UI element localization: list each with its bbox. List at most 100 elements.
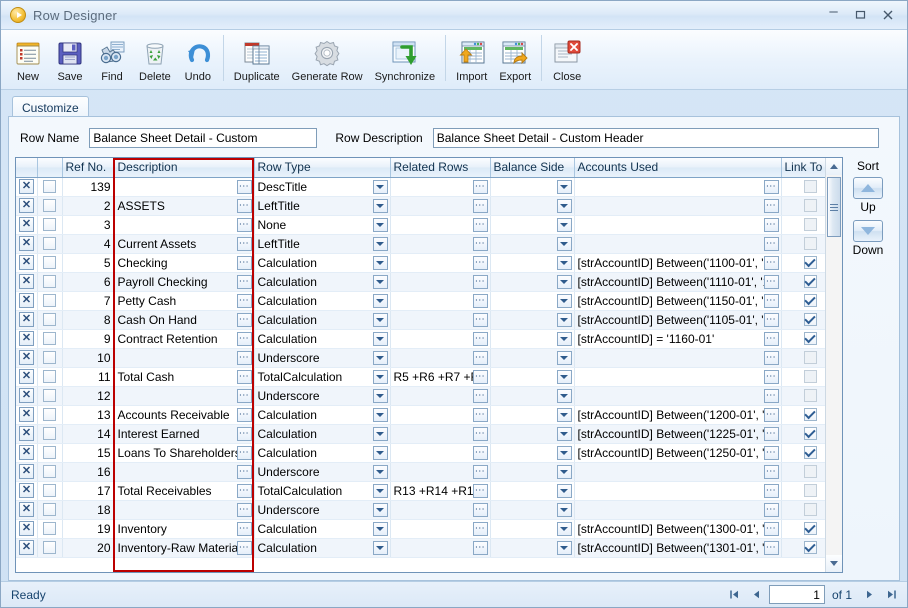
table-row[interactable]: ✕ 18 ⋯ Underscore ⋯ ⋯	[16, 500, 840, 520]
cell-rowtype[interactable]: Calculation	[254, 253, 391, 273]
description-editor-icon[interactable]: ⋯	[236, 426, 252, 441]
undo-button[interactable]: Undo	[177, 33, 219, 87]
chevron-down-icon[interactable]	[372, 502, 388, 517]
delete-row-icon[interactable]: ✕	[19, 255, 34, 270]
cell-related-rows[interactable]: ⋯	[390, 196, 491, 216]
cell-description[interactable]: ⋯	[114, 386, 255, 406]
cell-accounts-used[interactable]: ⋯	[574, 462, 782, 482]
accounts-used-editor-icon[interactable]: ⋯	[763, 198, 779, 213]
row-select-checkbox[interactable]	[43, 427, 56, 440]
cell-related-rows[interactable]: ⋯	[390, 291, 491, 311]
description-editor-icon[interactable]: ⋯	[236, 388, 252, 403]
chevron-down-icon[interactable]	[372, 464, 388, 479]
related-rows-editor-icon[interactable]: ⋯	[472, 426, 488, 441]
row-select-checkbox[interactable]	[43, 351, 56, 364]
accounts-used-editor-icon[interactable]: ⋯	[763, 464, 779, 479]
cell-refno[interactable]: 4	[62, 234, 115, 254]
chevron-down-icon[interactable]	[372, 179, 388, 194]
next-page-icon[interactable]	[859, 586, 879, 604]
cell-balance-side[interactable]	[490, 177, 575, 197]
tab-customize[interactable]: Customize	[12, 96, 89, 116]
delete-button[interactable]: Delete	[133, 33, 177, 87]
cell-description[interactable]: ⋯	[114, 215, 255, 235]
cell-balance-side[interactable]	[490, 405, 575, 425]
chevron-down-icon[interactable]	[372, 312, 388, 327]
cell-balance-side[interactable]	[490, 234, 575, 254]
chevron-down-icon[interactable]	[556, 236, 572, 251]
cell-related-rows[interactable]: ⋯	[390, 272, 491, 292]
cell-balance-side[interactable]	[490, 538, 575, 558]
cell-balance-side[interactable]	[490, 424, 575, 444]
new-button[interactable]: New	[7, 33, 49, 87]
table-row[interactable]: ✕ 19 Inventory ⋯ Calculation ⋯ [strAccountID] …	[16, 519, 840, 539]
cell-rowtype[interactable]: Calculation	[254, 538, 391, 558]
chevron-down-icon[interactable]	[556, 445, 572, 460]
delete-row-icon[interactable]: ✕	[19, 502, 34, 517]
row-select-checkbox[interactable]	[43, 370, 56, 383]
grid-vertical-scrollbar[interactable]	[825, 158, 842, 572]
accounts-used-editor-icon[interactable]: ⋯	[763, 350, 779, 365]
related-rows-editor-icon[interactable]: ⋯	[472, 255, 488, 270]
cell-rowtype[interactable]: Calculation	[254, 519, 391, 539]
related-rows-editor-icon[interactable]: ⋯	[472, 198, 488, 213]
cell-description[interactable]: ⋯	[114, 462, 255, 482]
chevron-down-icon[interactable]	[372, 198, 388, 213]
cell-accounts-used[interactable]: [strAccountID] Between('1250-01', '12 ⋯	[574, 443, 782, 463]
chevron-down-icon[interactable]	[556, 217, 572, 232]
row-select-checkbox[interactable]	[43, 522, 56, 535]
cell-related-rows[interactable]: ⋯	[390, 424, 491, 444]
related-rows-editor-icon[interactable]: ⋯	[472, 521, 488, 536]
cell-balance-side[interactable]	[490, 196, 575, 216]
accounts-used-editor-icon[interactable]: ⋯	[763, 521, 779, 536]
cell-related-rows[interactable]: ⋯	[390, 462, 491, 482]
table-row[interactable]: ✕ 8 Cash On Hand ⋯ Calculation ⋯ [strAccountID…	[16, 310, 840, 330]
cell-refno[interactable]: 16	[62, 462, 115, 482]
accounts-used-editor-icon[interactable]: ⋯	[763, 540, 779, 555]
table-row[interactable]: ✕ 11 Total Cash ⋯ TotalCalculation R5 +R6 +R7…	[16, 367, 840, 387]
chevron-down-icon[interactable]	[372, 369, 388, 384]
cell-accounts-used[interactable]: [strAccountID] Between('1110-01', '11 ⋯	[574, 272, 782, 292]
cell-refno[interactable]: 2	[62, 196, 115, 216]
grid-header-rowtype[interactable]: Row Type	[254, 158, 391, 178]
chevron-down-icon[interactable]	[556, 426, 572, 441]
link-to-gl-checkbox[interactable]	[803, 199, 817, 212]
row-select-checkbox[interactable]	[43, 389, 56, 402]
description-editor-icon[interactable]: ⋯	[236, 445, 252, 460]
delete-row-icon[interactable]: ✕	[19, 179, 34, 194]
chevron-down-icon[interactable]	[372, 293, 388, 308]
delete-row-icon[interactable]: ✕	[19, 407, 34, 422]
scroll-up-icon[interactable]	[826, 158, 842, 175]
cell-related-rows[interactable]: R13 +R14 +R15 ⋯	[390, 481, 491, 501]
cell-accounts-used[interactable]: [strAccountID] Between('1225-01', '12 ⋯	[574, 424, 782, 444]
chevron-down-icon[interactable]	[372, 255, 388, 270]
maximize-icon[interactable]	[847, 5, 874, 24]
cell-rowtype[interactable]: Calculation	[254, 443, 391, 463]
description-editor-icon[interactable]: ⋯	[236, 540, 252, 555]
description-editor-icon[interactable]: ⋯	[236, 198, 252, 213]
row-select-checkbox[interactable]	[43, 275, 56, 288]
description-editor-icon[interactable]: ⋯	[236, 255, 252, 270]
table-row[interactable]: ✕ 17 Total Receivables ⋯ TotalCalculation R13…	[16, 481, 840, 501]
cell-refno[interactable]: 19	[62, 519, 115, 539]
link-to-gl-checkbox[interactable]	[803, 503, 817, 516]
generate-row-button[interactable]: Generate Row	[286, 33, 369, 87]
cell-refno[interactable]: 14	[62, 424, 115, 444]
cell-rowtype[interactable]: LeftTitle	[254, 234, 391, 254]
cell-description[interactable]: ⋯	[114, 500, 255, 520]
cell-description[interactable]: Inventory-Raw Materials ⋯	[114, 538, 255, 558]
cell-related-rows[interactable]: ⋯	[390, 253, 491, 273]
accounts-used-editor-icon[interactable]: ⋯	[763, 312, 779, 327]
cell-balance-side[interactable]	[490, 462, 575, 482]
delete-row-icon[interactable]: ✕	[19, 483, 34, 498]
row-select-checkbox[interactable]	[43, 408, 56, 421]
cell-refno[interactable]: 11	[62, 367, 115, 387]
cell-description[interactable]: Interest Earned ⋯	[114, 424, 255, 444]
link-to-gl-checkbox[interactable]	[803, 541, 817, 554]
cell-accounts-used[interactable]: [strAccountID] Between('1100-01', '11 ⋯	[574, 253, 782, 273]
cell-balance-side[interactable]	[490, 443, 575, 463]
description-editor-icon[interactable]: ⋯	[236, 293, 252, 308]
cell-rowtype[interactable]: LeftTitle	[254, 196, 391, 216]
cell-accounts-used[interactable]: ⋯	[574, 215, 782, 235]
cell-refno[interactable]: 18	[62, 500, 115, 520]
minimize-icon[interactable]: –	[820, 4, 847, 24]
